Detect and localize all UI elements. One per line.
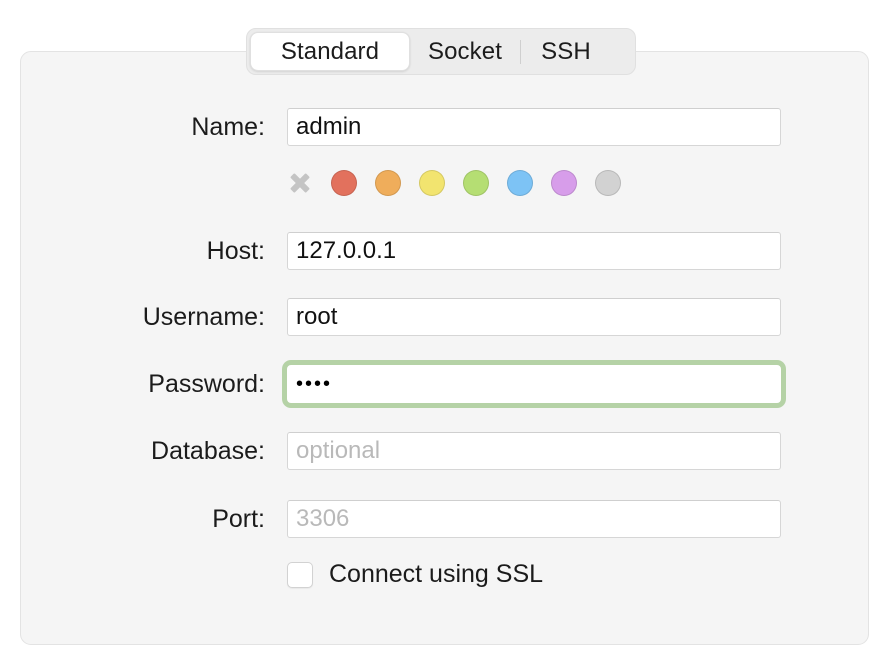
connection-type-tab-bar: Standard Socket SSH [246, 28, 636, 75]
tab-ssh-label: SSH [541, 37, 591, 65]
ssl-checkbox[interactable] [287, 561, 313, 588]
port-input[interactable] [287, 500, 781, 538]
username-label: Username: [142, 302, 265, 331]
color-swatch-green[interactable] [463, 170, 489, 196]
color-swatch-gray[interactable] [595, 170, 621, 196]
host-input[interactable] [287, 232, 781, 270]
database-label: Database: [151, 436, 265, 465]
form-row-port: Port: [0, 500, 890, 538]
form-row-password: Password: [0, 365, 890, 403]
form-row-name: Name: [0, 108, 890, 146]
host-label: Host: [206, 236, 265, 265]
clear-color-x-icon[interactable] [287, 170, 313, 196]
color-swatch-orange[interactable] [375, 170, 401, 196]
name-label: Name: [191, 112, 265, 141]
password-label: Password: [148, 369, 265, 398]
database-input[interactable] [287, 432, 781, 470]
form-row-database: Database: [0, 432, 890, 470]
tab-socket[interactable]: Socket [410, 32, 520, 71]
form-row-color-swatches [0, 170, 890, 196]
color-swatch-group [287, 170, 621, 196]
color-swatch-blue[interactable] [507, 170, 533, 196]
username-input[interactable] [287, 298, 781, 336]
form-row-ssl: Connect using SSL [0, 560, 890, 589]
name-input[interactable] [287, 108, 781, 146]
form-row-host: Host: [0, 232, 890, 270]
password-input[interactable] [287, 365, 781, 403]
tab-socket-label: Socket [428, 37, 502, 65]
port-label: Port: [212, 504, 265, 533]
color-swatch-red[interactable] [331, 170, 357, 196]
tab-ssh[interactable]: SSH [521, 32, 611, 71]
ssl-checkbox-group[interactable]: Connect using SSL [287, 560, 543, 589]
tab-standard[interactable]: Standard [250, 32, 410, 71]
tab-standard-label: Standard [280, 37, 380, 65]
color-swatch-purple[interactable] [551, 170, 577, 196]
form-row-username: Username: [0, 298, 890, 336]
color-swatch-yellow[interactable] [419, 170, 445, 196]
ssl-label: Connect using SSL [329, 560, 544, 588]
